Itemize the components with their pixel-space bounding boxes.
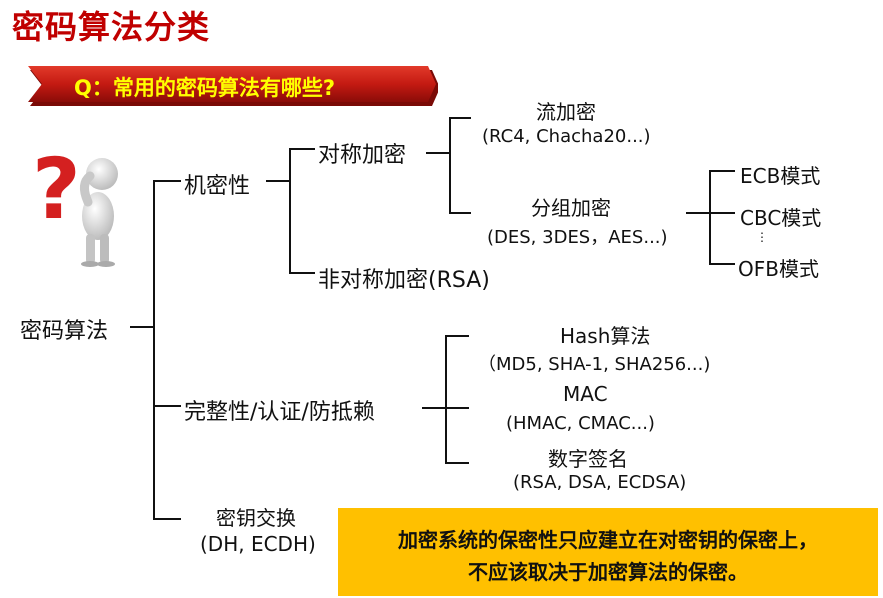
question-banner: Q：常用的密码算法有哪些?	[28, 64, 438, 108]
question-text: Q：常用的密码算法有哪些?	[74, 76, 336, 100]
callout-line-2: 不应该取决于加密算法的保密。	[468, 560, 748, 584]
svg-text:?: ?	[32, 140, 81, 238]
node-hash: Hash算法	[560, 324, 651, 348]
node-confidentiality: 机密性	[184, 174, 251, 199]
node-stream-examples: (RC4, Chacha20...)	[482, 126, 651, 147]
callout-line-1: 加密系统的保密性只应建立在对密钥的保密上，	[398, 528, 818, 552]
node-integrity: 完整性/认证/防抵赖	[184, 400, 375, 425]
node-mac-examples: (HMAC, CMAC...)	[506, 413, 655, 434]
node-mode-ofb: OFB模式	[738, 257, 819, 281]
node-stream: 流加密	[536, 100, 596, 124]
node-root: 密码算法	[20, 319, 109, 344]
node-block-examples: (DES, 3DES，AES...)	[487, 227, 668, 248]
node-key-exchange-examples: (DH, ECDH)	[200, 532, 316, 556]
principle-callout: 加密系统的保密性只应建立在对密钥的保密上， 不应该取决于加密算法的保密。	[338, 508, 878, 596]
node-mode-cbc: CBC模式	[740, 206, 822, 230]
node-block: 分组加密	[531, 196, 611, 220]
thinking-person-icon: ?	[30, 140, 130, 268]
node-symmetric: 对称加密	[318, 143, 407, 168]
node-signature: 数字签名	[548, 447, 628, 471]
page-title: 密码算法分类	[12, 8, 211, 46]
node-key-exchange: 密钥交换	[216, 506, 296, 530]
node-mode-more: ⋮	[756, 230, 768, 244]
node-signature-examples: (RSA, DSA, ECDSA)	[513, 472, 687, 493]
node-mac: MAC	[563, 382, 608, 406]
node-hash-examples: （MD5, SHA-1, SHA256...)	[478, 354, 711, 375]
node-asymmetric: 非对称加密(RSA)	[318, 268, 490, 293]
node-mode-ecb: ECB模式	[740, 164, 821, 188]
